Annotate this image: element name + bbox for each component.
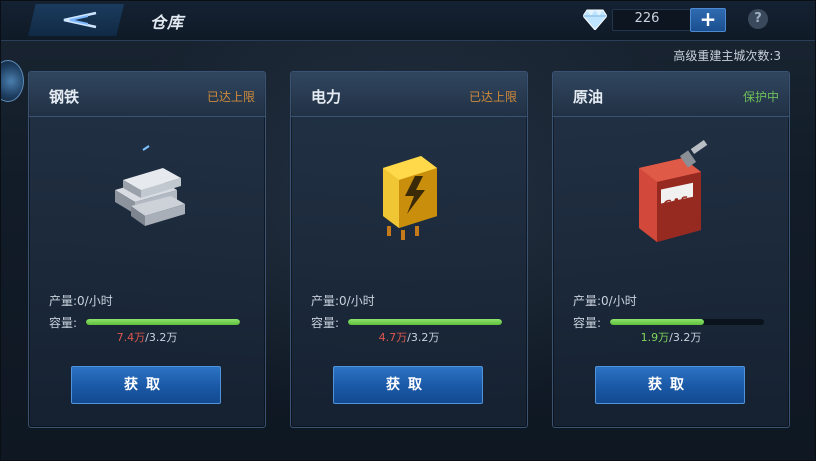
production-row: 产量:0/小时 [49,292,113,309]
help-button[interactable]: ? [748,9,768,29]
resource-name: 电力 [311,88,342,106]
resource-card-power: 电力 已达上限 产量:0/小时 容量: 4.7万/3.2万 获取 [290,71,528,428]
gas-can-icon: GAS [639,139,708,242]
capacity-current: 1.9万 [640,331,670,344]
capacity-text: 7.4万/3.2万 [29,329,265,345]
page-title: 仓库 [150,13,185,32]
capacity-current: 7.4万 [116,331,146,344]
capacity-bar-fill [610,319,704,325]
get-oil-button[interactable]: 获取 [595,366,745,404]
capacity-bar-fill [348,319,502,325]
resource-card-steel: 钢铁 已达上限 产量:0/小时 容量: 7.4万/3.2万 获取 [28,71,266,428]
steel-ingots-icon [115,145,185,226]
production-row: 产量:0/小时 [311,292,375,309]
back-arrow-icon [63,11,97,29]
production-value: 0/小时 [339,294,375,308]
status-label: 已达上限 [206,90,255,104]
production-label: 产量: [49,294,78,308]
add-gems-button[interactable]: + [690,8,726,32]
production-value: 0/小时 [77,294,113,308]
capacity-text: 1.9万/3.2万 [553,329,789,345]
top-bar: 仓库 226 + ? [0,0,816,41]
diamond-icon [583,9,607,30]
gem-count: 226 [634,11,660,26]
back-button[interactable] [28,4,124,36]
production-label: 产量: [311,294,340,308]
capacity-text: 4.7万/3.2万 [291,329,527,345]
production-value: 0/小时 [601,294,637,308]
resource-name: 原油 [573,88,604,106]
get-power-button[interactable]: 获取 [333,366,483,404]
resource-card-oil: 原油 保护中 GAS 产量:0/小时 容量: 1.9万/3.2万 获取 [552,71,790,428]
production-row: 产量:0/小时 [573,292,637,309]
capacity-max: /3.2万 [145,331,178,344]
get-steel-button[interactable]: 获取 [71,366,221,404]
capacity-max: /3.2万 [669,331,702,344]
status-label: 已达上限 [468,90,517,104]
battery-icon [383,156,437,240]
capacity-current: 4.7万 [378,331,408,344]
capacity-max: /3.2万 [407,331,440,344]
capacity-bar [610,319,764,325]
capacity-bar [86,319,240,325]
capacity-bar [348,319,502,325]
status-label: 保护中 [742,90,779,104]
resource-name: 钢铁 [49,88,80,106]
rebuild-count-text: 高级重建主城次数:3 [673,49,781,63]
capacity-bar-fill [86,319,240,325]
production-label: 产量: [573,294,602,308]
